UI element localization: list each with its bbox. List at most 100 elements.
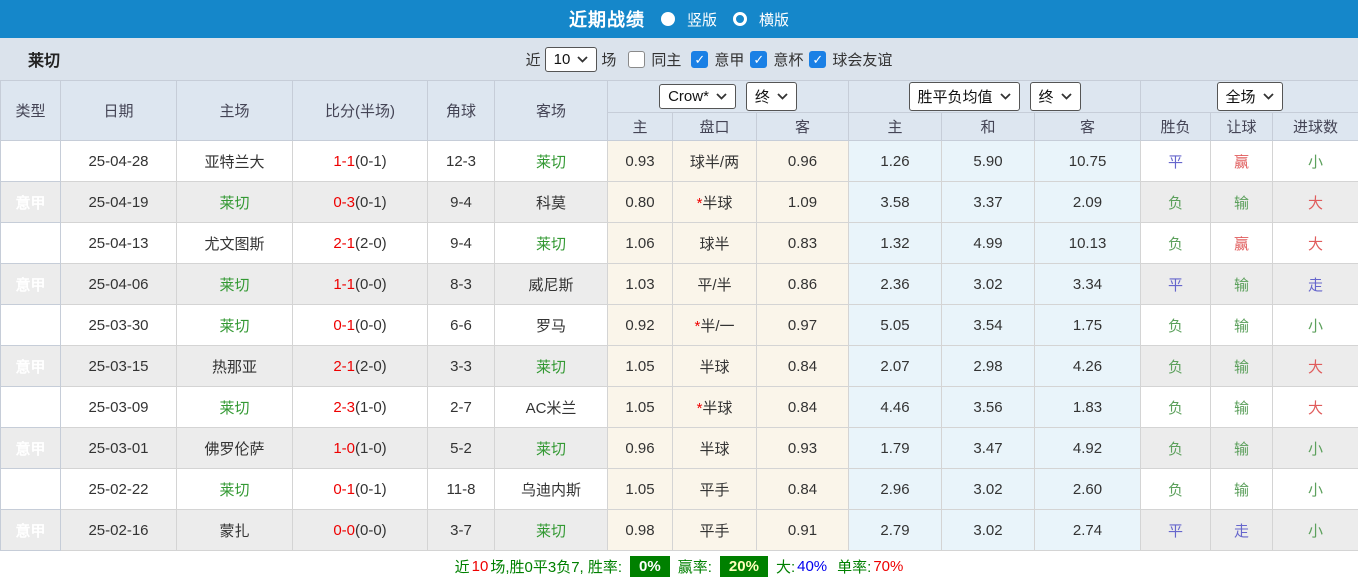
avg-home-cell: 2.07 <box>849 346 942 387</box>
score-cell: 0-0(0-0) <box>293 510 428 551</box>
home-team-cell[interactable]: 莱切 <box>177 182 293 223</box>
table-row: 意甲 25-03-30 莱切 0-1(0-0) 6-6 罗马 0.92 *半/一… <box>1 305 1358 346</box>
away-odds-cell: 0.86 <box>757 264 849 305</box>
summary-count: 10 <box>472 558 489 575</box>
home-team-cell[interactable]: 莱切 <box>177 469 293 510</box>
away-odds-cell: 0.93 <box>757 428 849 469</box>
scope-select[interactable]: 全场 <box>1217 82 1283 111</box>
handicap-text: 平/半 <box>697 277 731 294</box>
table-row: 意甲 25-02-16 蒙扎 0-0(0-0) 3-7 莱切 0.98 平手 0… <box>1 510 1358 551</box>
away-team-cell[interactable]: 乌迪内斯 <box>495 469 608 510</box>
avg-away-cell: 2.74 <box>1035 510 1141 551</box>
goals-result-cell: 大 <box>1273 223 1358 264</box>
away-team-cell[interactable]: 莱切 <box>495 510 608 551</box>
subheader-result: 胜负 <box>1141 113 1211 141</box>
date-cell: 25-04-28 <box>61 141 177 182</box>
handicap-cell: 半球 <box>673 428 757 469</box>
halftime-score: (0-0) <box>355 522 387 539</box>
corner-cell: 5-2 <box>428 428 495 469</box>
corner-cell: 11-8 <box>428 469 495 510</box>
subheader-avg-away: 客 <box>1035 113 1141 141</box>
filterbar: 莱切 近 10 场 同主 意甲 意杯 球会友谊 <box>0 38 1358 80</box>
home-team-cell[interactable]: 佛罗伦萨 <box>177 428 293 469</box>
spread-result-cell: 输 <box>1211 387 1273 428</box>
corner-cell: 9-4 <box>428 182 495 223</box>
horizontal-layout-radio[interactable] <box>733 12 747 26</box>
match-count-select[interactable]: 10 <box>545 47 598 72</box>
score-cell: 2-1(2-0) <box>293 346 428 387</box>
header-corner: 角球 <box>428 81 495 141</box>
subheader-crow-away: 客 <box>757 113 849 141</box>
away-team-cell[interactable]: 莱切 <box>495 346 608 387</box>
halftime-score: (0-0) <box>355 276 387 293</box>
home-team-cell[interactable]: 尤文图斯 <box>177 223 293 264</box>
away-team-cell[interactable]: AC米兰 <box>495 387 608 428</box>
away-team-cell[interactable]: 莱切 <box>495 223 608 264</box>
avg-draw-cell: 3.02 <box>942 469 1035 510</box>
away-team-cell[interactable]: 科莫 <box>495 182 608 223</box>
same-home-checkbox[interactable] <box>628 51 645 68</box>
subheader-crow-home: 主 <box>608 113 673 141</box>
goals-result-cell: 大 <box>1273 346 1358 387</box>
avg-draw-cell: 3.47 <box>942 428 1035 469</box>
away-odds-cell: 0.84 <box>757 346 849 387</box>
avg-home-cell: 2.79 <box>849 510 942 551</box>
home-team-cell[interactable]: 莱切 <box>177 387 293 428</box>
average-type-select[interactable]: 胜平负均值 <box>909 82 1020 111</box>
handicap-cell: 半球 <box>673 346 757 387</box>
average-time-select[interactable]: 终 <box>1030 82 1081 111</box>
date-cell: 25-03-01 <box>61 428 177 469</box>
away-team-cell[interactable]: 威尼斯 <box>495 264 608 305</box>
matches-label: 场 <box>601 49 616 70</box>
score-cell: 1-1(0-1) <box>293 141 428 182</box>
halftime-score: (0-1) <box>355 481 387 498</box>
goals-result-cell: 小 <box>1273 469 1358 510</box>
home-team-cell[interactable]: 热那亚 <box>177 346 293 387</box>
italy-cup-checkbox[interactable] <box>750 51 767 68</box>
fulltime-score: 2-1 <box>333 235 355 252</box>
header-home: 主场 <box>177 81 293 141</box>
spread-result-cell: 输 <box>1211 305 1273 346</box>
league-cell: 意甲 <box>1 469 61 510</box>
halftime-score: (0-0) <box>355 317 387 334</box>
goals-result-cell: 大 <box>1273 387 1358 428</box>
table-row: 意甲 25-04-06 莱切 1-1(0-0) 8-3 威尼斯 1.03 平/半… <box>1 264 1358 305</box>
vertical-layout-radio[interactable] <box>661 12 675 26</box>
league-cell: 意甲 <box>1 428 61 469</box>
home-team-cell[interactable]: 莱切 <box>177 264 293 305</box>
date-cell: 25-02-22 <box>61 469 177 510</box>
halftime-score: (2-0) <box>355 235 387 252</box>
avg-draw-cell: 2.98 <box>942 346 1035 387</box>
table-row: 意甲 25-04-19 莱切 0-3(0-1) 9-4 科莫 0.80 *半球 … <box>1 182 1358 223</box>
score-cell: 1-0(1-0) <box>293 428 428 469</box>
score-cell: 2-3(1-0) <box>293 387 428 428</box>
vertical-layout-label[interactable]: 竖版 <box>687 9 717 30</box>
result-cell: 负 <box>1141 182 1211 223</box>
result-cell: 负 <box>1141 387 1211 428</box>
club-friendly-checkbox[interactable] <box>809 51 826 68</box>
table-row: 意甲 25-03-09 莱切 2-3(1-0) 2-7 AC米兰 1.05 *半… <box>1 387 1358 428</box>
odds-company-select[interactable]: Crow* <box>659 84 736 109</box>
chevron-down-icon <box>577 56 588 63</box>
spread-result-cell: 输 <box>1211 469 1273 510</box>
recent-results-panel: 近期战绩 竖版 横版 莱切 近 10 场 同主 意甲 意杯 球会友谊 <box>0 0 1358 580</box>
home-team-cell[interactable]: 蒙扎 <box>177 510 293 551</box>
subheader-goals: 进球数 <box>1273 113 1358 141</box>
date-cell: 25-04-19 <box>61 182 177 223</box>
away-team-cell[interactable]: 莱切 <box>495 428 608 469</box>
avg-draw-cell: 5.90 <box>942 141 1035 182</box>
away-team-cell[interactable]: 罗马 <box>495 305 608 346</box>
header-type: 类型 <box>1 81 61 141</box>
result-cell: 平 <box>1141 264 1211 305</box>
halftime-score: (2-0) <box>355 358 387 375</box>
home-team-cell[interactable]: 亚特兰大 <box>177 141 293 182</box>
serie-a-checkbox[interactable] <box>691 51 708 68</box>
away-odds-cell: 0.84 <box>757 469 849 510</box>
home-team-cell[interactable]: 莱切 <box>177 305 293 346</box>
league-cell: 意甲 <box>1 510 61 551</box>
handicap-rate-badge: 20% <box>720 556 768 577</box>
odds-time-select[interactable]: 终 <box>746 82 797 111</box>
horizontal-layout-label[interactable]: 横版 <box>759 9 789 30</box>
avg-away-cell: 3.34 <box>1035 264 1141 305</box>
away-team-cell[interactable]: 莱切 <box>495 141 608 182</box>
